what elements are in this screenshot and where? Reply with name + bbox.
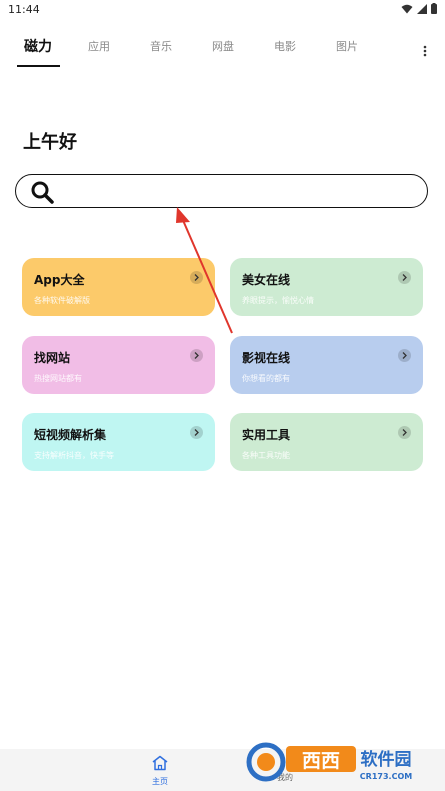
annotation-arrow <box>176 207 233 334</box>
card-subtitle: 各种工具功能 <box>242 451 290 460</box>
chevron-right-icon <box>190 271 203 284</box>
card-subtitle: 你想看的都有 <box>242 374 290 383</box>
tab-music[interactable]: 音乐 <box>150 38 172 54</box>
card-find-sites[interactable]: 找网站 热搜网站都有 <box>22 336 215 394</box>
battery-icon <box>431 3 437 14</box>
more-vertical-icon <box>423 45 427 57</box>
more-menu-button[interactable] <box>423 42 427 61</box>
search-bar[interactable] <box>15 174 428 208</box>
card-short-video-parser[interactable]: 短视频解析集 支持解析抖音，快手等 <box>22 413 215 471</box>
card-subtitle: 支持解析抖音，快手等 <box>34 451 114 460</box>
search-icon[interactable] <box>30 180 54 204</box>
card-subtitle: 热搜网站都有 <box>34 374 82 383</box>
greeting-title: 上午好 <box>23 132 77 153</box>
card-title: App大全 <box>34 273 85 287</box>
svg-text:西西: 西西 <box>302 750 340 772</box>
home-icon <box>152 755 168 771</box>
tab-magnet[interactable]: 磁力 <box>24 36 52 56</box>
chevron-right-icon <box>398 426 411 439</box>
card-title: 短视频解析集 <box>34 428 107 442</box>
tab-apps[interactable]: 应用 <box>88 38 110 54</box>
card-subtitle: 各种软件破解版 <box>34 296 90 305</box>
site-watermark-logo: 西西 软件园 CR173.COM <box>246 742 412 782</box>
category-tabs: 磁力 应用 音乐 网盘 电影 图片 <box>0 38 445 72</box>
wifi-icon <box>401 4 413 13</box>
nav-home[interactable]: 主页 <box>145 755 175 787</box>
status-icons <box>401 3 437 14</box>
card-utility-tools[interactable]: 实用工具 各种工具功能 <box>230 413 423 471</box>
status-time: 11:44 <box>8 3 40 16</box>
search-input[interactable] <box>66 179 420 205</box>
card-title: 实用工具 <box>242 428 291 442</box>
status-bar: 11:44 <box>0 0 445 22</box>
card-video-online[interactable]: 影视在线 你想看的都有 <box>230 336 423 394</box>
card-title: 找网站 <box>34 351 71 365</box>
card-title: 影视在线 <box>242 351 291 365</box>
nav-home-label: 主页 <box>152 777 168 786</box>
card-subtitle: 养眼提示，愉悦心情 <box>242 296 314 305</box>
chevron-right-icon <box>190 426 203 439</box>
card-beauty-online[interactable]: 美女在线 养眼提示，愉悦心情 <box>230 258 423 316</box>
chevron-right-icon <box>398 349 411 362</box>
active-tab-indicator <box>17 65 60 67</box>
tab-cloud-drive[interactable]: 网盘 <box>212 38 234 54</box>
tab-movies[interactable]: 电影 <box>274 38 296 54</box>
card-title: 美女在线 <box>242 273 291 287</box>
svg-text:软件园: 软件园 <box>361 749 412 770</box>
svg-text:CR173.COM: CR173.COM <box>360 772 412 781</box>
card-app-collection[interactable]: App大全 各种软件破解版 <box>22 258 215 316</box>
chevron-right-icon <box>398 271 411 284</box>
chevron-right-icon <box>190 349 203 362</box>
signal-icon <box>417 3 427 14</box>
tab-images[interactable]: 图片 <box>336 38 358 54</box>
